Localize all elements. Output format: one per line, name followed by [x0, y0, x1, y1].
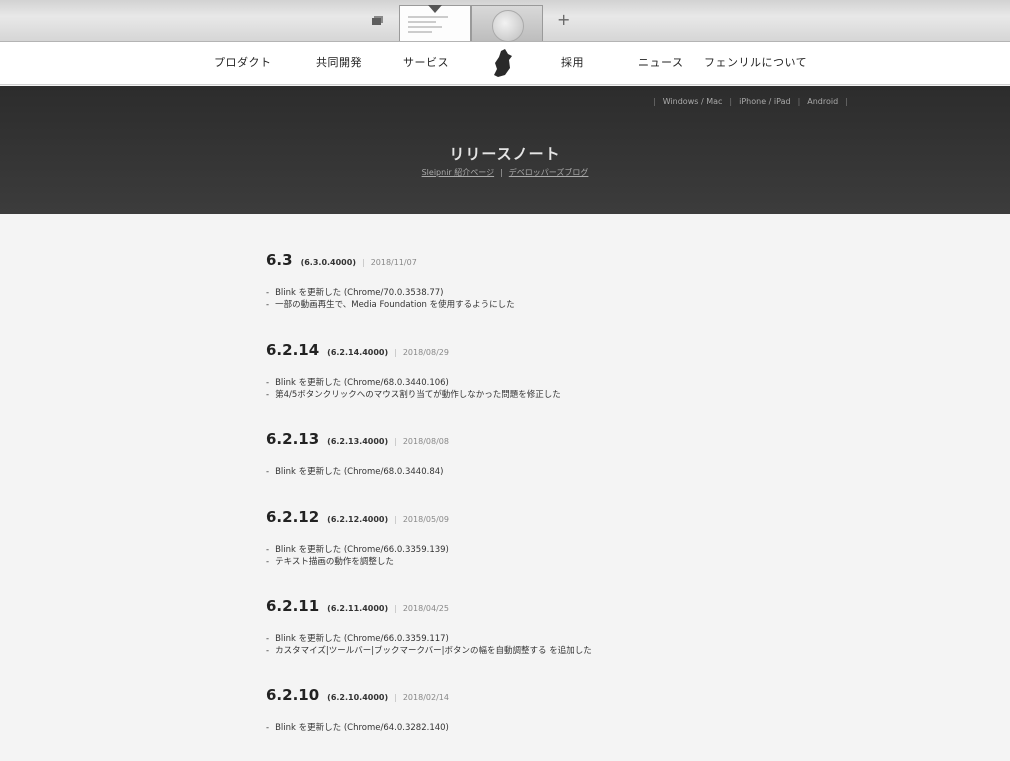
platform-link-android[interactable]: Android — [807, 97, 838, 106]
release-notes: - Blink を更新した (Chrome/68.0.3440.84) — [266, 466, 449, 478]
release-version: 6.2.10 — [266, 686, 320, 704]
page-title: リリースノート — [449, 145, 561, 163]
developers-blog-link[interactable]: デベロッパーズブログ — [509, 168, 589, 177]
divider: | — [361, 258, 365, 267]
hero-banner: | Windows / Mac | iPhone / iPad | Android | リリ… — [0, 86, 1010, 214]
platform-link-windows-mac[interactable]: Windows / Mac — [663, 97, 723, 106]
new-tab-button[interactable]: + — [557, 12, 570, 28]
release-note-text: Blink を更新した (Chrome/64.0.3282.140) — [275, 723, 449, 733]
release-date: 2018/04/25 — [402, 604, 449, 613]
release-entry: 6.2.11 (6.2.11.4000) | 2018/04/25 - Blink を更新… — [266, 596, 592, 657]
release-note-item: - 第4/5ボタンクリックへのマウス割り当てが動作しなかった問題を修正した — [266, 390, 561, 400]
nav-item-about[interactable]: フェンリルについて — [704, 54, 807, 70]
nav-item-product[interactable]: プロダクト — [214, 54, 272, 70]
release-build: (6.2.11.4000) — [327, 604, 389, 613]
tab-inactive[interactable] — [471, 5, 543, 42]
tab-thumbnail — [408, 16, 448, 36]
release-note-text: Blink を更新した (Chrome/66.0.3359.117) — [275, 634, 449, 644]
release-version: 6.2.12 — [266, 508, 320, 526]
release-build: (6.2.13.4000) — [327, 437, 389, 446]
release-entry: 6.2.14 (6.2.14.4000) | 2018/08/29 - Blink を更新… — [266, 340, 561, 401]
release-note-item: - 一部の動画再生で、Media Foundation を使用するようにした — [266, 300, 515, 310]
divider: | — [394, 437, 397, 446]
release-header: 6.3 (6.3.0.4000) | 2018/11/07 — [266, 250, 515, 269]
release-entry: 6.3 (6.3.0.4000) | 2018/11/07 - Blink を更新した (… — [266, 250, 515, 311]
divider: | — [394, 693, 397, 702]
release-date: 2018/05/09 — [402, 515, 449, 524]
nav-item-codevelopment[interactable]: 共同開発 — [316, 54, 362, 70]
release-entry: 6.2.10 (6.2.10.4000) | 2018/02/14 - Blink を更新… — [266, 685, 449, 734]
release-header: 6.2.14 (6.2.14.4000) | 2018/08/29 — [266, 340, 561, 359]
release-notes: - Blink を更新した (Chrome/66.0.3359.139) - テキスト… — [266, 544, 449, 568]
platform-link-iphone-ipad[interactable]: iPhone / iPad — [739, 97, 790, 106]
release-note-text: Blink を更新した (Chrome/68.0.3440.106) — [275, 378, 449, 388]
release-note-text: Blink を更新した (Chrome/66.0.3359.139) — [275, 545, 449, 555]
release-date: 2018/11/07 — [370, 258, 417, 267]
release-entry: 6.2.12 (6.2.12.4000) | 2018/05/09 - Blink を更新… — [266, 507, 449, 568]
platform-links: | Windows / Mac | iPhone / iPad | Android | — [653, 97, 848, 106]
release-notes: - Blink を更新した (Chrome/70.0.3538.77) - 一部の動画… — [266, 287, 515, 311]
hero-links: Sleipnir 紹介ページ | デベロッパーズブログ — [0, 167, 1010, 178]
fenrir-logo-icon[interactable] — [491, 48, 513, 78]
release-build: (6.2.12.4000) — [327, 515, 389, 524]
nav-item-recruit[interactable]: 採用 — [561, 54, 584, 70]
link-separator: | — [500, 168, 503, 177]
release-version: 6.2.11 — [266, 597, 320, 615]
release-note-text: 一部の動画再生で、Media Foundation を使用するようにした — [275, 300, 515, 310]
release-build: (6.2.14.4000) — [327, 348, 389, 357]
release-header: 6.2.12 (6.2.12.4000) | 2018/05/09 — [266, 507, 449, 526]
release-note-item: - Blink を更新した (Chrome/64.0.3282.140) — [266, 723, 449, 733]
release-date: 2018/02/14 — [402, 693, 449, 702]
release-notes: - Blink を更新した (Chrome/68.0.3440.106) - 第4/5… — [266, 377, 561, 401]
release-note-item: - Blink を更新した (Chrome/70.0.3538.77) — [266, 288, 444, 298]
release-entry: 6.2.13 (6.2.13.4000) | 2018/08/08 - Blink を更新… — [266, 429, 449, 478]
release-note-item: - Blink を更新した (Chrome/68.0.3440.106) — [266, 378, 449, 388]
release-note-text: Blink を更新した (Chrome/70.0.3538.77) — [275, 288, 444, 298]
release-notes: - Blink を更新した (Chrome/66.0.3359.117) - カスタマ… — [266, 633, 592, 657]
release-note-item: - テキスト描画の動作を調整した — [266, 557, 394, 567]
release-build: (6.3.0.4000) — [300, 258, 356, 267]
release-version: 6.2.14 — [266, 341, 320, 359]
release-note-text: テキスト描画の動作を調整した — [275, 557, 394, 567]
release-version: 6.3 — [266, 251, 293, 269]
release-version: 6.2.13 — [266, 430, 320, 448]
release-header: 6.2.10 (6.2.10.4000) | 2018/02/14 — [266, 685, 449, 704]
release-date: 2018/08/08 — [402, 437, 449, 446]
release-header: 6.2.11 (6.2.11.4000) | 2018/04/25 — [266, 596, 592, 615]
divider: | — [394, 348, 397, 357]
site-nav: プロダクト 共同開発 サービス 採用 ニュース フェンリルについて — [0, 42, 1010, 85]
release-header: 6.2.13 (6.2.13.4000) | 2018/08/08 — [266, 429, 449, 448]
tabs-overview-icon[interactable] — [372, 16, 383, 25]
nav-item-service[interactable]: サービス — [403, 54, 449, 70]
divider: | — [394, 515, 397, 524]
release-note-item: - Blink を更新した (Chrome/68.0.3440.84) — [266, 467, 444, 477]
nav-item-news[interactable]: ニュース — [638, 54, 683, 70]
release-note-text: カスタマイズ|ツールバー|ブックマークバー|ボタンの幅を自動調整する を追加した — [275, 646, 592, 656]
release-note-item: - Blink を更新した (Chrome/66.0.3359.139) — [266, 545, 449, 555]
release-note-item: - Blink を更新した (Chrome/66.0.3359.117) — [266, 634, 449, 644]
release-build: (6.2.10.4000) — [327, 693, 389, 702]
release-date: 2018/08/29 — [402, 348, 449, 357]
release-note-text: 第4/5ボタンクリックへのマウス割り当てが動作しなかった問題を修正した — [275, 390, 561, 400]
release-note-item: - カスタマイズ|ツールバー|ブックマークバー|ボタンの幅を自動調整する を追加し… — [266, 646, 592, 656]
divider: | — [394, 604, 397, 613]
sleipnir-intro-link[interactable]: Sleipnir 紹介ページ — [422, 168, 495, 177]
browser-tab-strip: + — [0, 0, 1010, 42]
release-note-text: Blink を更新した (Chrome/68.0.3440.84) — [275, 467, 444, 477]
active-tab-indicator-icon — [428, 5, 442, 13]
release-notes: - Blink を更新した (Chrome/64.0.3282.140) — [266, 722, 449, 734]
tab-active[interactable] — [399, 5, 471, 41]
globe-icon — [492, 10, 524, 42]
